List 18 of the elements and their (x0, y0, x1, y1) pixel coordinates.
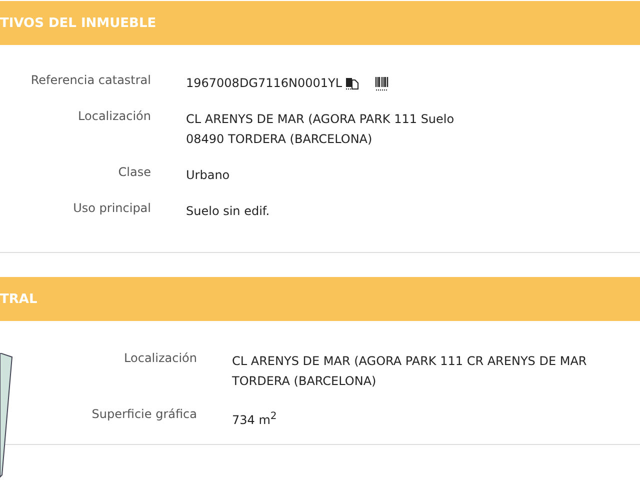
field-value: 08490 TORDERA (BARCELONA) (186, 131, 372, 148)
field-label: Clase (117, 165, 151, 181)
copy-icon[interactable] (345, 76, 360, 90)
field-value: CL ARENYS DE MAR (AGORA PARK 111 Suelo (186, 111, 454, 128)
field-label: Uso principal (72, 201, 151, 217)
field-value: Suelo sin edif. (186, 203, 270, 220)
field-label: Localización (77, 109, 151, 125)
field-value: Urbano (186, 167, 230, 184)
field-value: CL ARENYS DE MAR (AGORA PARK 111 CR ARENYS DE MAR (232, 353, 587, 370)
field-label: Superficie gráfica (90, 407, 197, 423)
section-title: TRAL (0, 292, 38, 306)
field-value: 734 m$^{2}$ (232, 410, 277, 429)
field-label: Localización (123, 351, 197, 367)
field-value: 1967008DG7116N0001YL (186, 75, 342, 92)
field-value: TORDERA (BARCELONA) (232, 373, 376, 390)
field-label: Referencia catastral (30, 73, 151, 89)
section-title: TIVOS DEL INMUEBLE (0, 16, 156, 30)
barcode-icon[interactable] (375, 76, 390, 90)
